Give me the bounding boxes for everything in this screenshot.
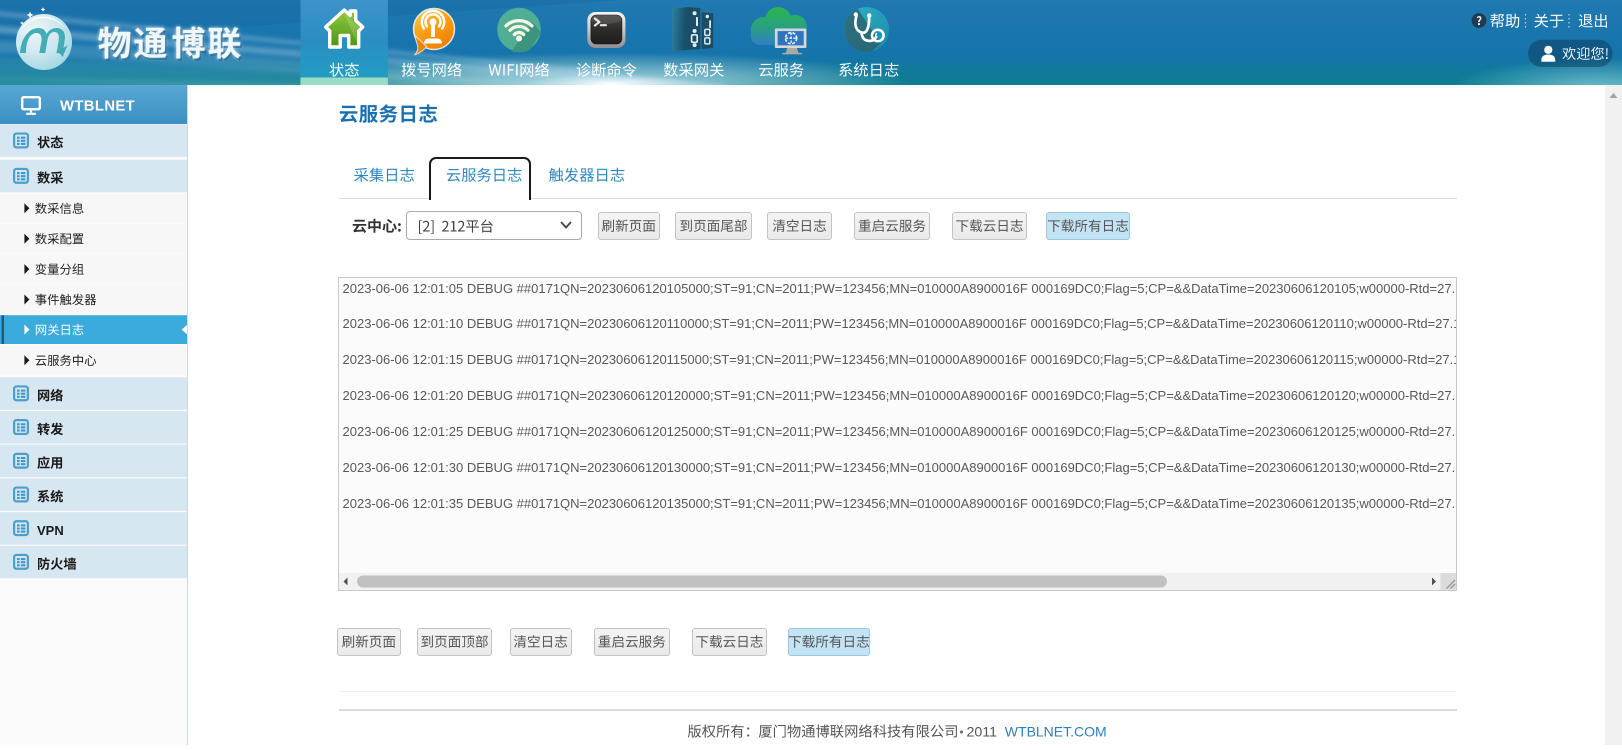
svg-text:WTBLNET.COM: WTBLNET.COM: [1005, 724, 1107, 740]
svg-text:WTBLNET: WTBLNET: [60, 99, 135, 115]
svg-text:2011: 2011: [967, 725, 998, 741]
svg-text:VPN: VPN: [37, 523, 64, 538]
